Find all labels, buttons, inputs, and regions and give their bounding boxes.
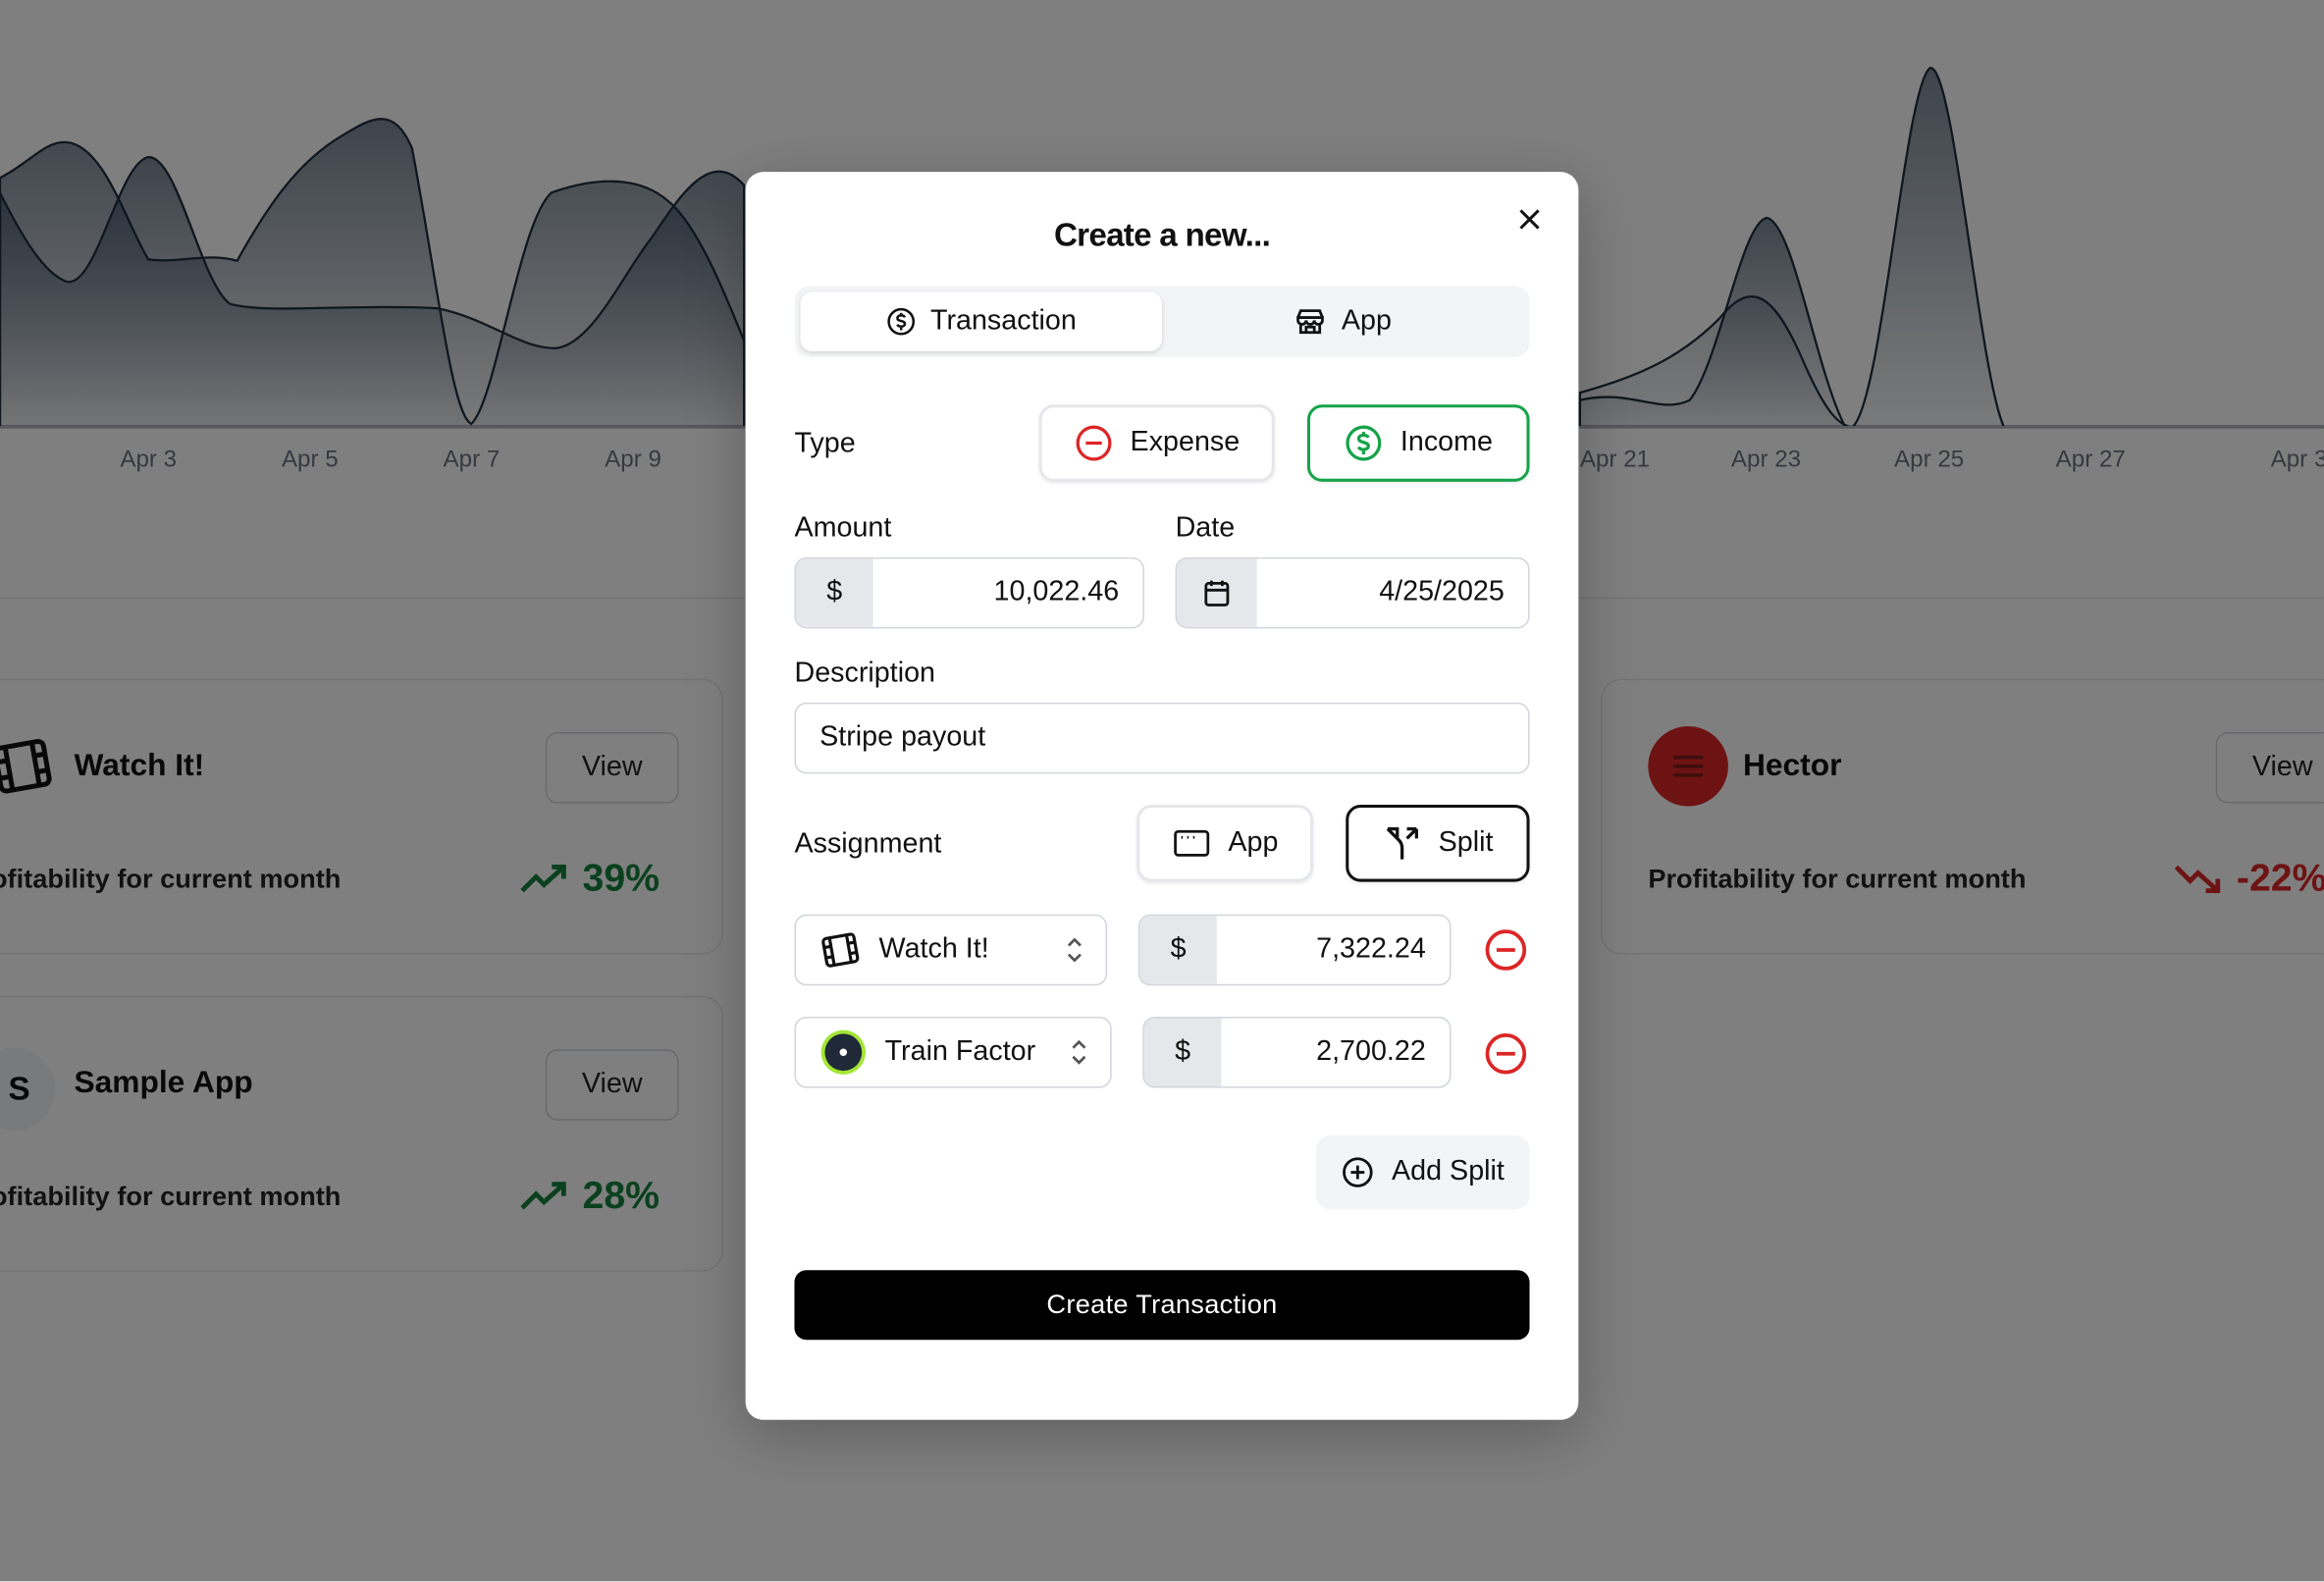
- create-transaction-button[interactable]: Create Transaction: [794, 1270, 1530, 1341]
- create-dialog: [745, 172, 1579, 1420]
- assign-app-label: App: [1228, 826, 1279, 859]
- currency-prefix: $: [795, 558, 873, 627]
- split-amount-field: $: [1137, 914, 1452, 986]
- plus-circle-icon: [1343, 1157, 1373, 1187]
- assignment-label: Assignment: [794, 828, 942, 860]
- assign-app-button[interactable]: App: [1136, 805, 1314, 882]
- dollar-circle-icon: [1346, 425, 1382, 461]
- film-icon: [821, 932, 860, 968]
- tab-label: App: [1341, 305, 1392, 337]
- x-icon: [1519, 209, 1540, 230]
- dialog-title: Create a new...: [1053, 216, 1271, 254]
- minus-circle-icon: [1075, 425, 1111, 461]
- store-icon: [1296, 309, 1325, 335]
- chevron-up-down-icon: [1072, 1039, 1086, 1065]
- expense-label: Expense: [1130, 426, 1241, 458]
- tab-label: Transaction: [929, 305, 1077, 337]
- close-button[interactable]: [1511, 201, 1547, 237]
- amount-label: Amount: [794, 512, 892, 545]
- description-input[interactable]: [795, 704, 1529, 772]
- dollar-circle-icon: [886, 307, 915, 336]
- split-app-value: Watch It!: [878, 933, 989, 966]
- chevron-up-down-icon: [1067, 937, 1082, 963]
- amount-input[interactable]: [872, 558, 1143, 627]
- add-split-label: Add Split: [1392, 1155, 1505, 1187]
- expense-button[interactable]: Expense: [1038, 404, 1275, 482]
- calendar-icon: [1204, 580, 1230, 606]
- minus-circle-icon: [1485, 1032, 1527, 1075]
- split-amount-field: $: [1142, 1016, 1452, 1088]
- minus-circle-icon: [1485, 929, 1527, 971]
- date-label: Date: [1175, 512, 1236, 545]
- income-button[interactable]: Income: [1306, 404, 1530, 482]
- add-split-button[interactable]: Add Split: [1316, 1134, 1530, 1210]
- split-amount-input[interactable]: [1221, 1018, 1450, 1086]
- description-field: [794, 702, 1530, 774]
- assign-split-label: Split: [1438, 826, 1494, 859]
- description-label: Description: [794, 658, 936, 690]
- date-field: [1175, 556, 1530, 629]
- income-label: Income: [1400, 426, 1494, 458]
- app-stage: Apr 3 Apr 5 Apr 7 Apr 9 Apr 21 Apr 23 Ap…: [0, 0, 2324, 1582]
- split-app-value: Train Factor: [884, 1035, 1036, 1068]
- train-factor-logo-icon: [820, 1029, 866, 1075]
- tab-app[interactable]: App: [1162, 292, 1523, 351]
- create-type-tabs: Transaction App: [794, 286, 1530, 357]
- tab-transaction[interactable]: Transaction: [800, 291, 1162, 351]
- split-amount-input[interactable]: [1216, 916, 1450, 984]
- type-label: Type: [794, 428, 856, 460]
- currency-prefix: $: [1143, 1018, 1222, 1086]
- date-addon[interactable]: [1177, 558, 1257, 627]
- assign-split-button[interactable]: Split: [1346, 805, 1530, 882]
- split-icon: [1386, 826, 1418, 860]
- split-app-select[interactable]: Watch It!: [794, 914, 1108, 986]
- remove-split-button[interactable]: [1482, 1030, 1529, 1078]
- date-input[interactable]: [1256, 558, 1529, 627]
- split-app-select[interactable]: Train Factor: [794, 1016, 1112, 1088]
- window-icon: [1173, 829, 1209, 857]
- remove-split-button[interactable]: [1482, 926, 1529, 974]
- amount-field: $: [794, 556, 1144, 629]
- currency-prefix: $: [1139, 916, 1217, 984]
